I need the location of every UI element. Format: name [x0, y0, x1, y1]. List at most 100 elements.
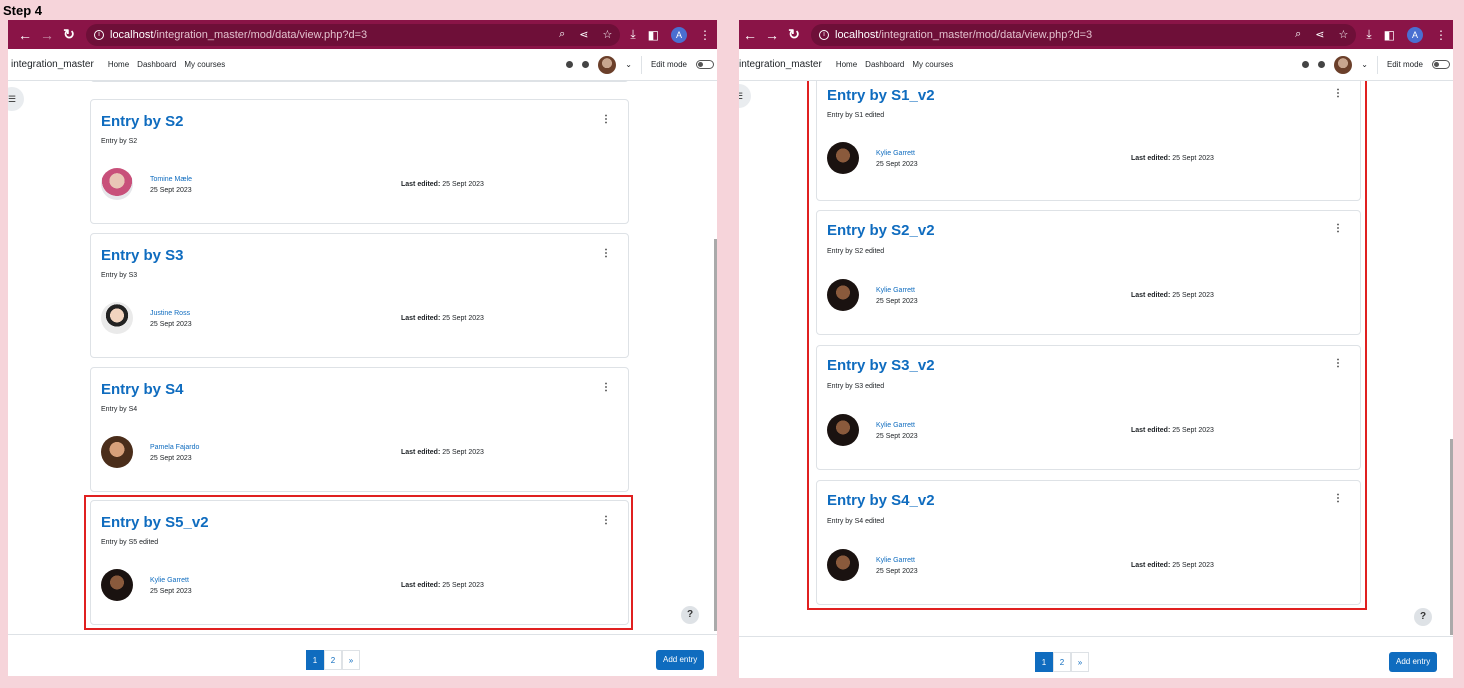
author-avatar[interactable] — [101, 569, 133, 601]
side-panel-icon[interactable]: ◧ — [648, 28, 659, 42]
entry-title[interactable]: Entry by S2 — [101, 113, 184, 130]
nav-home[interactable]: Home — [108, 60, 129, 69]
forward-icon[interactable]: → — [761, 27, 783, 43]
entry-title[interactable]: Entry by S3 — [101, 247, 184, 264]
site-info-icon[interactable]: i — [819, 29, 829, 40]
page-1-link[interactable]: 1 — [306, 650, 324, 670]
reload-icon[interactable]: ↻ — [58, 26, 80, 43]
profile-avatar[interactable]: A — [671, 26, 687, 43]
course-index-icon[interactable]: ☰ — [739, 84, 751, 108]
author-avatar[interactable] — [827, 279, 859, 311]
add-entry-button[interactable]: Add entry — [656, 650, 705, 670]
browser-toolbar: ← → ↻ i localhost /integration_master/mo… — [739, 20, 1453, 49]
site-brand[interactable]: integration_master — [11, 59, 94, 70]
entry-actions-icon[interactable]: ⋮ — [1333, 493, 1343, 504]
site-info-icon[interactable]: i — [94, 29, 104, 40]
download-icon[interactable]: ⤓ — [630, 27, 635, 42]
page-2-link[interactable]: 2 — [1053, 652, 1071, 672]
moodle-navbar: integration_master Home Dashboard My cou… — [8, 49, 717, 81]
edit-mode-label: Edit mode — [650, 60, 687, 69]
entry-actions-icon[interactable]: ⋮ — [601, 248, 611, 259]
page-1-link[interactable]: 1 — [1035, 652, 1053, 672]
entry-title[interactable]: Entry by S5_v2 — [101, 514, 209, 531]
author-avatar[interactable] — [827, 142, 859, 174]
course-index-icon[interactable]: ☰ — [8, 87, 24, 111]
download-icon[interactable]: ⤓ — [1366, 27, 1371, 42]
entry-actions-icon[interactable]: ⋮ — [601, 515, 611, 526]
author-name[interactable]: Kylie Garrett — [876, 422, 915, 429]
browser-menu-icon[interactable]: ⋮ — [1435, 28, 1447, 42]
forward-icon[interactable]: → — [36, 27, 58, 43]
author-name[interactable]: Tomine Mæle — [150, 176, 192, 183]
entry-description: Entry by S4 — [101, 406, 138, 413]
author-name[interactable]: Kylie Garrett — [876, 557, 915, 564]
notifications-bell-icon[interactable] — [1302, 61, 1310, 68]
nav-dashboard[interactable]: Dashboard — [865, 60, 904, 69]
nav-home[interactable]: Home — [836, 60, 857, 69]
entry-actions-icon[interactable]: ⋮ — [601, 382, 611, 393]
nav-my-courses[interactable]: My courses — [184, 60, 225, 69]
entry-description: Entry by S4 edited — [827, 518, 885, 525]
bookmark-star-icon[interactable]: ☆ — [602, 28, 612, 41]
author-avatar[interactable] — [101, 302, 133, 334]
next-page-link[interactable]: » — [342, 650, 360, 670]
site-brand[interactable]: integration_master — [739, 59, 822, 70]
entry-actions-icon[interactable]: ⋮ — [1333, 223, 1343, 234]
entry-actions-icon[interactable]: ⋮ — [1333, 358, 1343, 369]
entry-date: 25 Sept 2023 — [876, 161, 918, 168]
entry-date: 25 Sept 2023 — [876, 568, 918, 575]
author-name[interactable]: Kylie Garrett — [876, 150, 915, 157]
scrollbar[interactable] — [1450, 439, 1453, 635]
profile-avatar[interactable]: A — [1407, 26, 1423, 43]
help-button[interactable]: ? — [681, 606, 699, 624]
address-bar[interactable]: i localhost /integration_master/mod/data… — [86, 23, 621, 46]
zoom-icon[interactable]: ⌕ — [1295, 28, 1301, 41]
nav-dashboard[interactable]: Dashboard — [137, 60, 176, 69]
entry-actions-icon[interactable]: ⋮ — [1333, 88, 1343, 99]
author-avatar[interactable] — [827, 549, 859, 581]
browser-window-right: ← → ↻ i localhost /integration_master/mo… — [739, 20, 1453, 678]
entry-title[interactable]: Entry by S4_v2 — [827, 492, 935, 509]
add-entry-button[interactable]: Add entry — [1389, 652, 1438, 672]
browser-menu-icon[interactable]: ⋮ — [699, 28, 711, 42]
author-name[interactable]: Kylie Garrett — [876, 287, 915, 294]
entry-title[interactable]: Entry by S2_v2 — [827, 222, 935, 239]
author-name[interactable]: Justine Ross — [150, 310, 190, 317]
messages-icon[interactable] — [1318, 61, 1326, 68]
chevron-down-icon[interactable]: ⌄ — [625, 60, 632, 69]
user-menu-avatar[interactable] — [1334, 55, 1353, 74]
back-icon[interactable]: ← — [739, 27, 761, 43]
entry-description: Entry by S2 edited — [827, 248, 885, 255]
scrollbar[interactable] — [714, 239, 717, 631]
entry-card: Entry by S3 ⋮ Entry by S3 Justine Ross 2… — [90, 233, 629, 358]
side-panel-icon[interactable]: ◧ — [1384, 28, 1395, 42]
author-avatar[interactable] — [101, 168, 133, 200]
next-page-link[interactable]: » — [1071, 652, 1089, 672]
author-name[interactable]: Pamela Fajardo — [150, 444, 199, 451]
author-avatar[interactable] — [101, 436, 133, 468]
entry-actions-icon[interactable]: ⋮ — [601, 114, 611, 125]
author-name[interactable]: Kylie Garrett — [150, 577, 189, 584]
edit-mode-toggle[interactable] — [1432, 60, 1450, 69]
chevron-down-icon[interactable]: ⌄ — [1361, 60, 1368, 69]
page-2-link[interactable]: 2 — [324, 650, 342, 670]
zoom-icon[interactable]: ⌕ — [559, 28, 565, 41]
edit-mode-toggle[interactable] — [696, 60, 714, 69]
messages-icon[interactable] — [582, 61, 590, 68]
address-bar[interactable]: i localhost /integration_master/mod/data… — [811, 23, 1357, 46]
share-icon[interactable]: ⋖ — [1315, 28, 1324, 41]
back-icon[interactable]: ← — [14, 27, 36, 43]
reload-icon[interactable]: ↻ — [783, 26, 805, 43]
entry-title[interactable]: Entry by S4 — [101, 381, 184, 398]
bookmark-star-icon[interactable]: ☆ — [1338, 28, 1348, 41]
nav-my-courses[interactable]: My courses — [912, 60, 953, 69]
entry-title[interactable]: Entry by S3_v2 — [827, 357, 935, 374]
entry-title[interactable]: Entry by S1_v2 — [827, 87, 935, 104]
entry-card: Entry by S4 ⋮ Entry by S4 Pamela Fajardo… — [90, 367, 629, 492]
share-icon[interactable]: ⋖ — [579, 28, 588, 41]
notifications-bell-icon[interactable] — [566, 61, 574, 68]
author-avatar[interactable] — [827, 414, 859, 446]
user-menu-avatar[interactable] — [598, 55, 617, 74]
help-button[interactable]: ? — [1414, 608, 1432, 626]
last-edited: Last edited: 25 Sept 2023 — [401, 315, 484, 322]
